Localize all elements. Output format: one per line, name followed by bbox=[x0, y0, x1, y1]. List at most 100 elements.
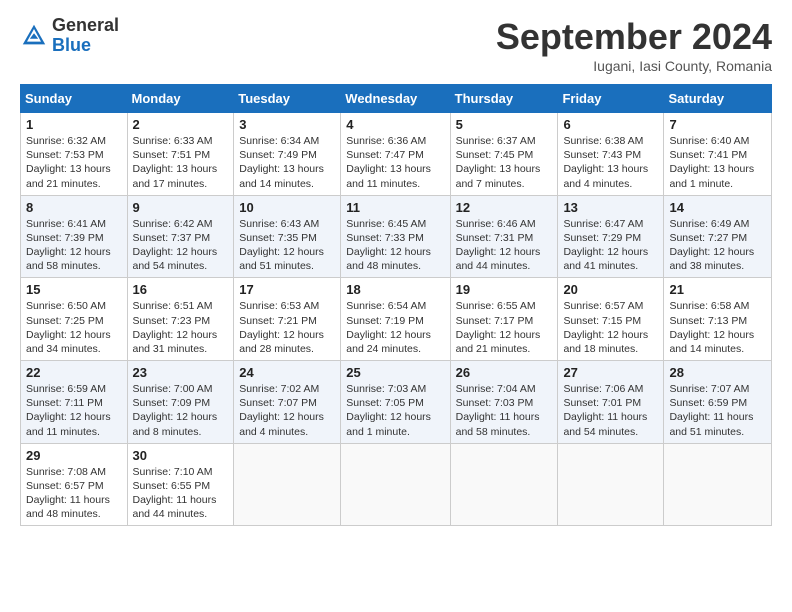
logo-blue-text: Blue bbox=[52, 36, 119, 56]
calendar-cell: 6 Sunrise: 6:38 AM Sunset: 7:43 PM Dayli… bbox=[558, 113, 664, 196]
day-info: Sunrise: 6:32 AM Sunset: 7:53 PM Dayligh… bbox=[26, 134, 122, 191]
col-tuesday: Tuesday bbox=[234, 85, 341, 113]
col-saturday: Saturday bbox=[664, 85, 772, 113]
day-number: 4 bbox=[346, 117, 444, 132]
calendar-cell: 29 Sunrise: 7:08 AM Sunset: 6:57 PM Dayl… bbox=[21, 443, 128, 526]
calendar-cell: 24 Sunrise: 7:02 AM Sunset: 7:07 PM Dayl… bbox=[234, 361, 341, 444]
day-info: Sunrise: 6:50 AM Sunset: 7:25 PM Dayligh… bbox=[26, 299, 122, 356]
calendar-cell: 28 Sunrise: 7:07 AM Sunset: 6:59 PM Dayl… bbox=[664, 361, 772, 444]
day-number: 2 bbox=[133, 117, 229, 132]
day-number: 15 bbox=[26, 282, 122, 297]
calendar-cell: 12 Sunrise: 6:46 AM Sunset: 7:31 PM Dayl… bbox=[450, 195, 558, 278]
day-info: Sunrise: 6:42 AM Sunset: 7:37 PM Dayligh… bbox=[133, 217, 229, 274]
day-info: Sunrise: 6:34 AM Sunset: 7:49 PM Dayligh… bbox=[239, 134, 335, 191]
day-number: 13 bbox=[563, 200, 658, 215]
day-number: 19 bbox=[456, 282, 553, 297]
col-wednesday: Wednesday bbox=[341, 85, 450, 113]
day-number: 22 bbox=[26, 365, 122, 380]
day-number: 6 bbox=[563, 117, 658, 132]
day-number: 18 bbox=[346, 282, 444, 297]
week-row-5: 29 Sunrise: 7:08 AM Sunset: 6:57 PM Dayl… bbox=[21, 443, 772, 526]
day-info: Sunrise: 7:02 AM Sunset: 7:07 PM Dayligh… bbox=[239, 382, 335, 439]
day-number: 3 bbox=[239, 117, 335, 132]
col-sunday: Sunday bbox=[21, 85, 128, 113]
day-info: Sunrise: 7:08 AM Sunset: 6:57 PM Dayligh… bbox=[26, 465, 122, 522]
calendar-cell: 15 Sunrise: 6:50 AM Sunset: 7:25 PM Dayl… bbox=[21, 278, 128, 361]
day-number: 12 bbox=[456, 200, 553, 215]
day-number: 14 bbox=[669, 200, 766, 215]
calendar-cell: 20 Sunrise: 6:57 AM Sunset: 7:15 PM Dayl… bbox=[558, 278, 664, 361]
month-title: September 2024 bbox=[496, 16, 772, 58]
day-number: 17 bbox=[239, 282, 335, 297]
calendar-cell: 5 Sunrise: 6:37 AM Sunset: 7:45 PM Dayli… bbox=[450, 113, 558, 196]
calendar-cell: 4 Sunrise: 6:36 AM Sunset: 7:47 PM Dayli… bbox=[341, 113, 450, 196]
day-info: Sunrise: 6:59 AM Sunset: 7:11 PM Dayligh… bbox=[26, 382, 122, 439]
calendar-cell: 16 Sunrise: 6:51 AM Sunset: 7:23 PM Dayl… bbox=[127, 278, 234, 361]
calendar-cell: 19 Sunrise: 6:55 AM Sunset: 7:17 PM Dayl… bbox=[450, 278, 558, 361]
calendar-cell: 11 Sunrise: 6:45 AM Sunset: 7:33 PM Dayl… bbox=[341, 195, 450, 278]
week-row-1: 1 Sunrise: 6:32 AM Sunset: 7:53 PM Dayli… bbox=[21, 113, 772, 196]
day-number: 10 bbox=[239, 200, 335, 215]
day-info: Sunrise: 6:45 AM Sunset: 7:33 PM Dayligh… bbox=[346, 217, 444, 274]
calendar-cell bbox=[558, 443, 664, 526]
day-number: 9 bbox=[133, 200, 229, 215]
calendar-cell: 9 Sunrise: 6:42 AM Sunset: 7:37 PM Dayli… bbox=[127, 195, 234, 278]
day-info: Sunrise: 6:54 AM Sunset: 7:19 PM Dayligh… bbox=[346, 299, 444, 356]
calendar-cell bbox=[234, 443, 341, 526]
calendar-cell: 8 Sunrise: 6:41 AM Sunset: 7:39 PM Dayli… bbox=[21, 195, 128, 278]
day-info: Sunrise: 6:43 AM Sunset: 7:35 PM Dayligh… bbox=[239, 217, 335, 274]
calendar-cell: 10 Sunrise: 6:43 AM Sunset: 7:35 PM Dayl… bbox=[234, 195, 341, 278]
day-info: Sunrise: 6:33 AM Sunset: 7:51 PM Dayligh… bbox=[133, 134, 229, 191]
day-info: Sunrise: 6:41 AM Sunset: 7:39 PM Dayligh… bbox=[26, 217, 122, 274]
header: General Blue September 2024 Iugani, Iasi… bbox=[20, 16, 772, 74]
day-number: 5 bbox=[456, 117, 553, 132]
logo: General Blue bbox=[20, 16, 119, 56]
day-number: 26 bbox=[456, 365, 553, 380]
day-info: Sunrise: 6:58 AM Sunset: 7:13 PM Dayligh… bbox=[669, 299, 766, 356]
col-monday: Monday bbox=[127, 85, 234, 113]
day-number: 24 bbox=[239, 365, 335, 380]
calendar-cell: 13 Sunrise: 6:47 AM Sunset: 7:29 PM Dayl… bbox=[558, 195, 664, 278]
day-info: Sunrise: 6:36 AM Sunset: 7:47 PM Dayligh… bbox=[346, 134, 444, 191]
calendar-table: Sunday Monday Tuesday Wednesday Thursday… bbox=[20, 84, 772, 526]
calendar-cell bbox=[341, 443, 450, 526]
col-friday: Friday bbox=[558, 85, 664, 113]
location-title: Iugani, Iasi County, Romania bbox=[496, 58, 772, 74]
day-info: Sunrise: 7:03 AM Sunset: 7:05 PM Dayligh… bbox=[346, 382, 444, 439]
day-number: 21 bbox=[669, 282, 766, 297]
week-row-4: 22 Sunrise: 6:59 AM Sunset: 7:11 PM Dayl… bbox=[21, 361, 772, 444]
day-info: Sunrise: 6:40 AM Sunset: 7:41 PM Dayligh… bbox=[669, 134, 766, 191]
page: General Blue September 2024 Iugani, Iasi… bbox=[0, 0, 792, 612]
calendar-cell: 7 Sunrise: 6:40 AM Sunset: 7:41 PM Dayli… bbox=[664, 113, 772, 196]
day-number: 23 bbox=[133, 365, 229, 380]
day-info: Sunrise: 7:07 AM Sunset: 6:59 PM Dayligh… bbox=[669, 382, 766, 439]
day-info: Sunrise: 6:37 AM Sunset: 7:45 PM Dayligh… bbox=[456, 134, 553, 191]
day-info: Sunrise: 7:10 AM Sunset: 6:55 PM Dayligh… bbox=[133, 465, 229, 522]
calendar-cell bbox=[664, 443, 772, 526]
day-number: 11 bbox=[346, 200, 444, 215]
day-info: Sunrise: 6:46 AM Sunset: 7:31 PM Dayligh… bbox=[456, 217, 553, 274]
calendar-cell: 3 Sunrise: 6:34 AM Sunset: 7:49 PM Dayli… bbox=[234, 113, 341, 196]
day-number: 7 bbox=[669, 117, 766, 132]
week-row-3: 15 Sunrise: 6:50 AM Sunset: 7:25 PM Dayl… bbox=[21, 278, 772, 361]
day-info: Sunrise: 6:53 AM Sunset: 7:21 PM Dayligh… bbox=[239, 299, 335, 356]
calendar-cell: 23 Sunrise: 7:00 AM Sunset: 7:09 PM Dayl… bbox=[127, 361, 234, 444]
calendar-cell: 22 Sunrise: 6:59 AM Sunset: 7:11 PM Dayl… bbox=[21, 361, 128, 444]
day-number: 8 bbox=[26, 200, 122, 215]
day-info: Sunrise: 6:51 AM Sunset: 7:23 PM Dayligh… bbox=[133, 299, 229, 356]
calendar-cell: 30 Sunrise: 7:10 AM Sunset: 6:55 PM Dayl… bbox=[127, 443, 234, 526]
calendar-cell: 27 Sunrise: 7:06 AM Sunset: 7:01 PM Dayl… bbox=[558, 361, 664, 444]
day-info: Sunrise: 7:06 AM Sunset: 7:01 PM Dayligh… bbox=[563, 382, 658, 439]
day-number: 16 bbox=[133, 282, 229, 297]
day-number: 27 bbox=[563, 365, 658, 380]
day-number: 1 bbox=[26, 117, 122, 132]
logo-general-text: General bbox=[52, 16, 119, 36]
day-info: Sunrise: 6:38 AM Sunset: 7:43 PM Dayligh… bbox=[563, 134, 658, 191]
calendar-cell: 18 Sunrise: 6:54 AM Sunset: 7:19 PM Dayl… bbox=[341, 278, 450, 361]
logo-icon bbox=[20, 22, 48, 50]
week-row-2: 8 Sunrise: 6:41 AM Sunset: 7:39 PM Dayli… bbox=[21, 195, 772, 278]
calendar-cell: 25 Sunrise: 7:03 AM Sunset: 7:05 PM Dayl… bbox=[341, 361, 450, 444]
day-info: Sunrise: 6:49 AM Sunset: 7:27 PM Dayligh… bbox=[669, 217, 766, 274]
calendar-cell: 1 Sunrise: 6:32 AM Sunset: 7:53 PM Dayli… bbox=[21, 113, 128, 196]
day-number: 30 bbox=[133, 448, 229, 463]
